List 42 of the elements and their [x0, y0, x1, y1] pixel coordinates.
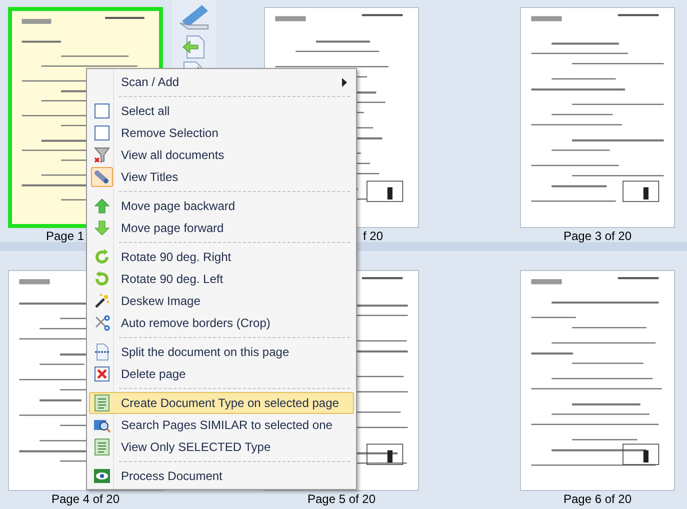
menu-item[interactable]: Move page backward [89, 195, 354, 217]
tube-icon [94, 169, 110, 185]
page-label: Page 4 of 20 [51, 492, 120, 506]
up-arrow-icon [94, 198, 110, 214]
page-label: Page 5 of 20 [307, 492, 376, 506]
eye-icon [93, 468, 111, 484]
down-arrow-icon [94, 220, 110, 236]
magic-wand-icon [94, 293, 110, 309]
checkbox-icon [94, 103, 110, 119]
document-list-icon [94, 438, 110, 456]
menu-item[interactable]: Scan / Add [89, 71, 354, 93]
menu-item[interactable]: View all documents [89, 144, 354, 166]
menu-item[interactable]: Process Document [89, 465, 354, 487]
menu-item[interactable]: Select all [89, 100, 354, 122]
page-thumbnail[interactable] [520, 270, 675, 491]
menu-item[interactable]: Create Document Type on selected page [89, 392, 354, 414]
menu-item[interactable]: Search Pages SIMILAR to selected one [89, 414, 354, 436]
rotate-right-icon [94, 249, 110, 265]
menu-item[interactable]: Auto remove borders (Crop) [89, 312, 354, 334]
page-label: Page 1 [46, 229, 84, 243]
page-thumbnail[interactable] [520, 7, 675, 228]
menu-item[interactable]: View Only SELECTED Type [89, 436, 354, 458]
page-label: Page 3 of 20 [563, 229, 632, 243]
menu-item[interactable]: Rotate 90 deg. Right [89, 246, 354, 268]
menu-item[interactable]: View Titles [89, 166, 354, 188]
split-page-icon [94, 343, 110, 361]
menu-item[interactable]: Remove Selection [89, 122, 354, 144]
menu-item[interactable]: Rotate 90 deg. Left [89, 268, 354, 290]
menu-item[interactable]: Delete page [89, 363, 354, 385]
menu-item[interactable]: Move page forward [89, 217, 354, 239]
page-label: Page 6 of 20 [563, 492, 632, 506]
page-left-arrow-icon[interactable] [182, 35, 206, 59]
scissors-icon [94, 315, 110, 331]
rotate-left-icon [94, 271, 110, 287]
search-icon [93, 417, 111, 433]
checkbox-icon [94, 125, 110, 141]
funnel-icon [93, 146, 111, 164]
menu-item[interactable]: Deskew Image [89, 290, 354, 312]
delete-icon [94, 366, 110, 382]
document-list-icon [94, 394, 110, 412]
page-label: f 20 [362, 229, 383, 243]
menu-item[interactable]: Split the document on this page [89, 341, 354, 363]
